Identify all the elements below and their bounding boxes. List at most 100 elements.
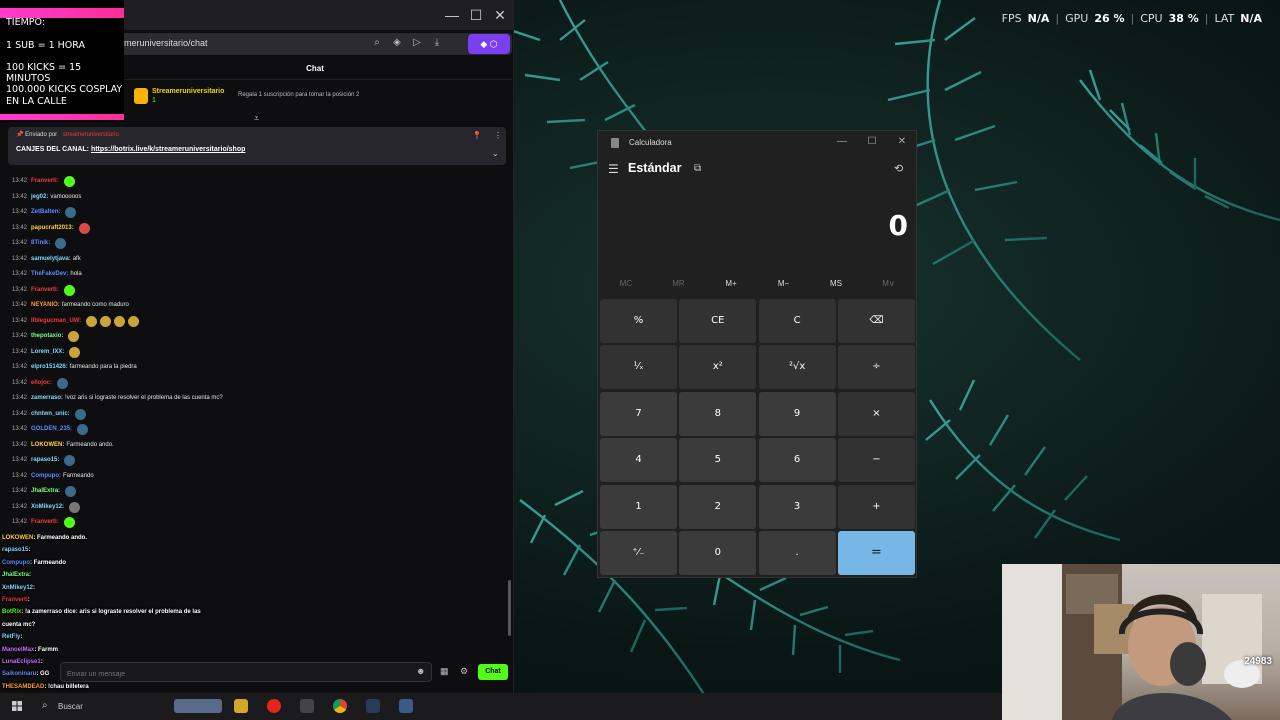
overlay-text: : !a zamerraso dice: aris si lograste re… (21, 609, 201, 616)
history-icon[interactable]: ⟲ (894, 162, 903, 175)
close-icon[interactable]: ✕ (894, 136, 910, 147)
digit-6-button[interactable]: 6 (758, 438, 836, 483)
opera-gx-icon[interactable] (267, 699, 281, 713)
chat-username[interactable]: Compupo: (31, 469, 61, 485)
start-icon[interactable] (12, 701, 22, 711)
maximize-icon[interactable]: ☐ (864, 136, 880, 147)
backspace-button[interactable]: ⌫ (837, 299, 915, 343)
minimize-icon[interactable]: — (834, 136, 850, 147)
chat-username[interactable]: zamerraso: (31, 391, 63, 407)
chat-username[interactable]: GOLDEN_235: (31, 422, 72, 438)
chat-username[interactable]: ellojoc: (31, 376, 52, 392)
chat-username[interactable]: 8Tinik: (31, 236, 50, 252)
taskbar-search[interactable]: ⌕ Buscar (38, 697, 168, 716)
memory-button[interactable]: MR (654, 279, 704, 288)
chat-username[interactable]: Ilblegucman_UW: (31, 314, 81, 330)
digit-0-button[interactable]: 0 (679, 531, 757, 575)
square-button[interactable]: x² (679, 345, 757, 390)
download-icon[interactable]: ⤓ (430, 37, 444, 48)
memory-button[interactable]: MC (601, 279, 651, 288)
digit-5-button[interactable]: 5 (679, 438, 757, 483)
chat-username[interactable]: Franverti: (31, 174, 59, 190)
chat-username[interactable]: LOKOWEN: (31, 438, 64, 454)
emoji-icon[interactable]: ☻ (416, 666, 425, 676)
chat-message-input[interactable] (61, 665, 431, 684)
decimal-button[interactable]: . (758, 531, 836, 575)
hamburger-menu-icon[interactable]: ☰ (608, 162, 619, 176)
pinned-by-user[interactable]: streameruniversitario (63, 132, 119, 138)
calculator-taskbar-icon[interactable] (399, 699, 413, 713)
digit-3-button[interactable]: 3 (758, 484, 836, 529)
top-gifter-name[interactable]: Streameruniversitario (152, 88, 224, 95)
equals-button[interactable]: = (837, 531, 915, 575)
digit-2-button[interactable]: 2 (679, 484, 757, 529)
digit-8-button[interactable]: 8 (679, 391, 757, 436)
clear-button[interactable]: C (758, 299, 836, 343)
chat-username[interactable]: Franverti: (31, 515, 59, 531)
chat-username[interactable]: rapaso15: (31, 453, 59, 469)
send-chat-button[interactable]: Chat (478, 664, 508, 680)
search-icon[interactable]: ⌕ (370, 37, 384, 48)
multiply-button[interactable]: × (837, 391, 915, 436)
more-options-icon[interactable]: ⋮ (494, 131, 502, 140)
chat-time: 13:42 (12, 317, 28, 324)
pinned-link[interactable]: https://botrix.live/k/streameruniversita… (91, 146, 245, 153)
close-icon[interactable]: ✕ (490, 7, 510, 24)
chrome-icon[interactable] (333, 699, 347, 713)
add-button[interactable]: + (837, 484, 915, 529)
digit-1-button[interactable]: 1 (600, 484, 677, 529)
browser-tab-icon[interactable] (366, 699, 380, 713)
chat-scrollbar[interactable] (508, 580, 511, 636)
overlay-text: cuenta mc? (2, 621, 36, 628)
hud-separator: | (1204, 12, 1209, 25)
chat-username[interactable]: chntwn_unic: (31, 407, 70, 423)
file-explorer-icon[interactable] (234, 699, 248, 713)
chat-username[interactable]: elpro151426: (31, 360, 68, 376)
chat-username[interactable]: papucraft2013: (31, 221, 74, 237)
chat-username[interactable]: Franverti: (31, 283, 59, 299)
memory-button[interactable]: M+ (706, 279, 756, 288)
subtract-button[interactable]: − (837, 438, 915, 483)
chat-message: 13:42 chntwn_unic: (12, 407, 502, 423)
digit-9-button[interactable]: 9 (758, 391, 836, 436)
launcher-icon[interactable] (300, 699, 314, 713)
chevron-down-icon[interactable]: ⌄ (492, 149, 499, 158)
digit-4-button[interactable]: 4 (600, 438, 677, 483)
chat-input-box[interactable] (60, 662, 432, 684)
chevron-down-icon[interactable]: ⩡ (254, 113, 259, 124)
chat-username[interactable]: XnMikey12: (31, 500, 64, 516)
negate-button[interactable]: ⁺⁄₋ (600, 531, 677, 575)
keep-on-top-icon[interactable]: ⧉ (694, 163, 701, 174)
extensions-button[interactable]: ◆ ⬡ (468, 34, 510, 54)
shield-icon[interactable]: ◈ (390, 37, 404, 48)
clear-entry-button[interactable]: CE (679, 299, 757, 343)
chat-username[interactable]: TheFakeDev: (31, 267, 68, 283)
url-text[interactable]: meruniversitario/chat (124, 38, 208, 48)
minimize-icon[interactable]: — (442, 7, 462, 23)
digit-7-button[interactable]: 7 (600, 391, 677, 436)
chat-username[interactable]: ZetBalten: (31, 205, 60, 221)
gear-icon[interactable]: ⚙ (460, 666, 468, 677)
gift-icon[interactable]: ▦ (440, 666, 449, 677)
reciprocal-button[interactable]: ¹⁄ₓ (600, 345, 677, 390)
search-icon: ⌕ (42, 700, 48, 711)
maximize-icon[interactable]: ☐ (466, 7, 486, 24)
chat-username[interactable]: NEYANIO: (31, 298, 60, 314)
unpin-icon[interactable]: 📍 (472, 131, 482, 140)
memory-button[interactable]: MS (811, 279, 861, 288)
chat-username[interactable]: jeg02: (31, 190, 48, 206)
play-icon[interactable]: ▷ (410, 37, 424, 48)
taskbar: ⌕ Buscar (0, 693, 1002, 720)
divide-button[interactable]: ÷ (837, 345, 915, 390)
memory-button[interactable]: M− (759, 279, 809, 288)
calculator-titlebar[interactable]: Calculadora — ☐ ✕ (598, 131, 918, 155)
percent-button[interactable]: % (600, 299, 677, 343)
chat-username[interactable]: thepotaxio: (31, 329, 63, 345)
square-root-button[interactable]: ²√x (758, 345, 836, 390)
address-bar[interactable]: meruniversitario/chat ⌕ ◈ ▷ ⤓ ◆ ⬡ (118, 33, 512, 55)
chat-username[interactable]: Lorem_IXX: (31, 345, 64, 361)
memory-button[interactable]: M∨ (864, 279, 914, 288)
chat-username[interactable]: JhalExtra: (31, 484, 60, 500)
taskbar-widget-icon[interactable] (174, 699, 222, 713)
chat-username[interactable]: samuelytjava: (31, 252, 71, 268)
